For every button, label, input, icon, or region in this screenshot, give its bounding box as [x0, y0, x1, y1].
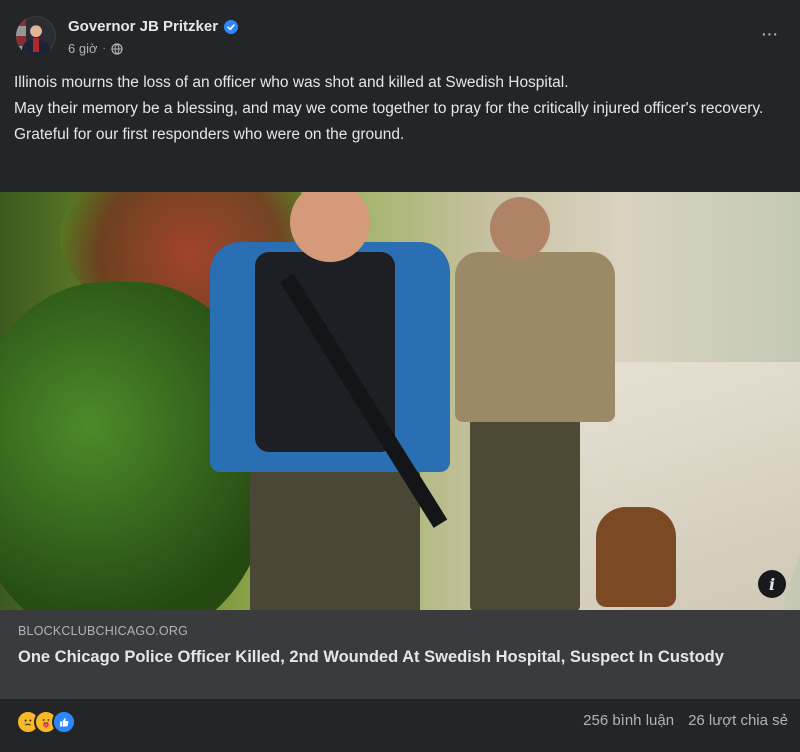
link-preview-image[interactable]: i	[0, 192, 800, 610]
image-officer-2-head	[490, 197, 550, 259]
post-paragraph-1: Illinois mourns the loss of an officer w…	[14, 74, 569, 91]
link-headline[interactable]: One Chicago Police Officer Killed, 2nd W…	[18, 646, 758, 669]
post-paragraph-2: May their memory be a blessing, and may …	[14, 100, 764, 117]
post-footer: 256 bình luận 26 lượt chia sẻ	[0, 699, 800, 752]
post-meta: 6 giờ ·	[68, 41, 123, 56]
image-officer-2-body	[455, 252, 615, 422]
link-card[interactable]: BLOCKCLUBCHICAGO.ORG One Chicago Police …	[0, 610, 800, 699]
image-officer-1-legs	[250, 467, 420, 610]
link-domain: BLOCKCLUBCHICAGO.ORG	[18, 624, 189, 638]
comment-count[interactable]: 256 bình luận	[583, 712, 674, 729]
post-timestamp[interactable]: 6 giờ	[68, 41, 98, 56]
post-text: Illinois mourns the loss of an officer w…	[14, 72, 784, 150]
facebook-post: Governor JB Pritzker 6 giờ · ··· Illinoi…	[0, 0, 800, 752]
author-avatar[interactable]	[16, 16, 56, 56]
post-paragraph-3: Grateful for our first responders who we…	[14, 126, 405, 143]
verified-badge-icon	[224, 19, 239, 34]
share-count[interactable]: 26 lượt chia sẻ	[688, 712, 788, 729]
image-police-dog	[596, 507, 676, 607]
engagement-counts: 256 bình luận 26 lượt chia sẻ	[583, 712, 788, 729]
post-header: Governor JB Pritzker 6 giờ · ···	[16, 14, 784, 60]
image-officer-2-legs	[470, 417, 580, 610]
author-name[interactable]: Governor JB Pritzker	[68, 18, 218, 35]
reaction-summary[interactable]	[16, 710, 76, 734]
avatar-tie	[33, 38, 39, 52]
author-name-row: Governor JB Pritzker	[68, 18, 239, 35]
like-reaction-icon	[52, 710, 76, 734]
globe-icon[interactable]	[111, 42, 123, 55]
info-icon[interactable]: i	[758, 570, 786, 598]
more-options-button[interactable]: ···	[754, 22, 784, 46]
meta-separator: ·	[102, 43, 106, 54]
